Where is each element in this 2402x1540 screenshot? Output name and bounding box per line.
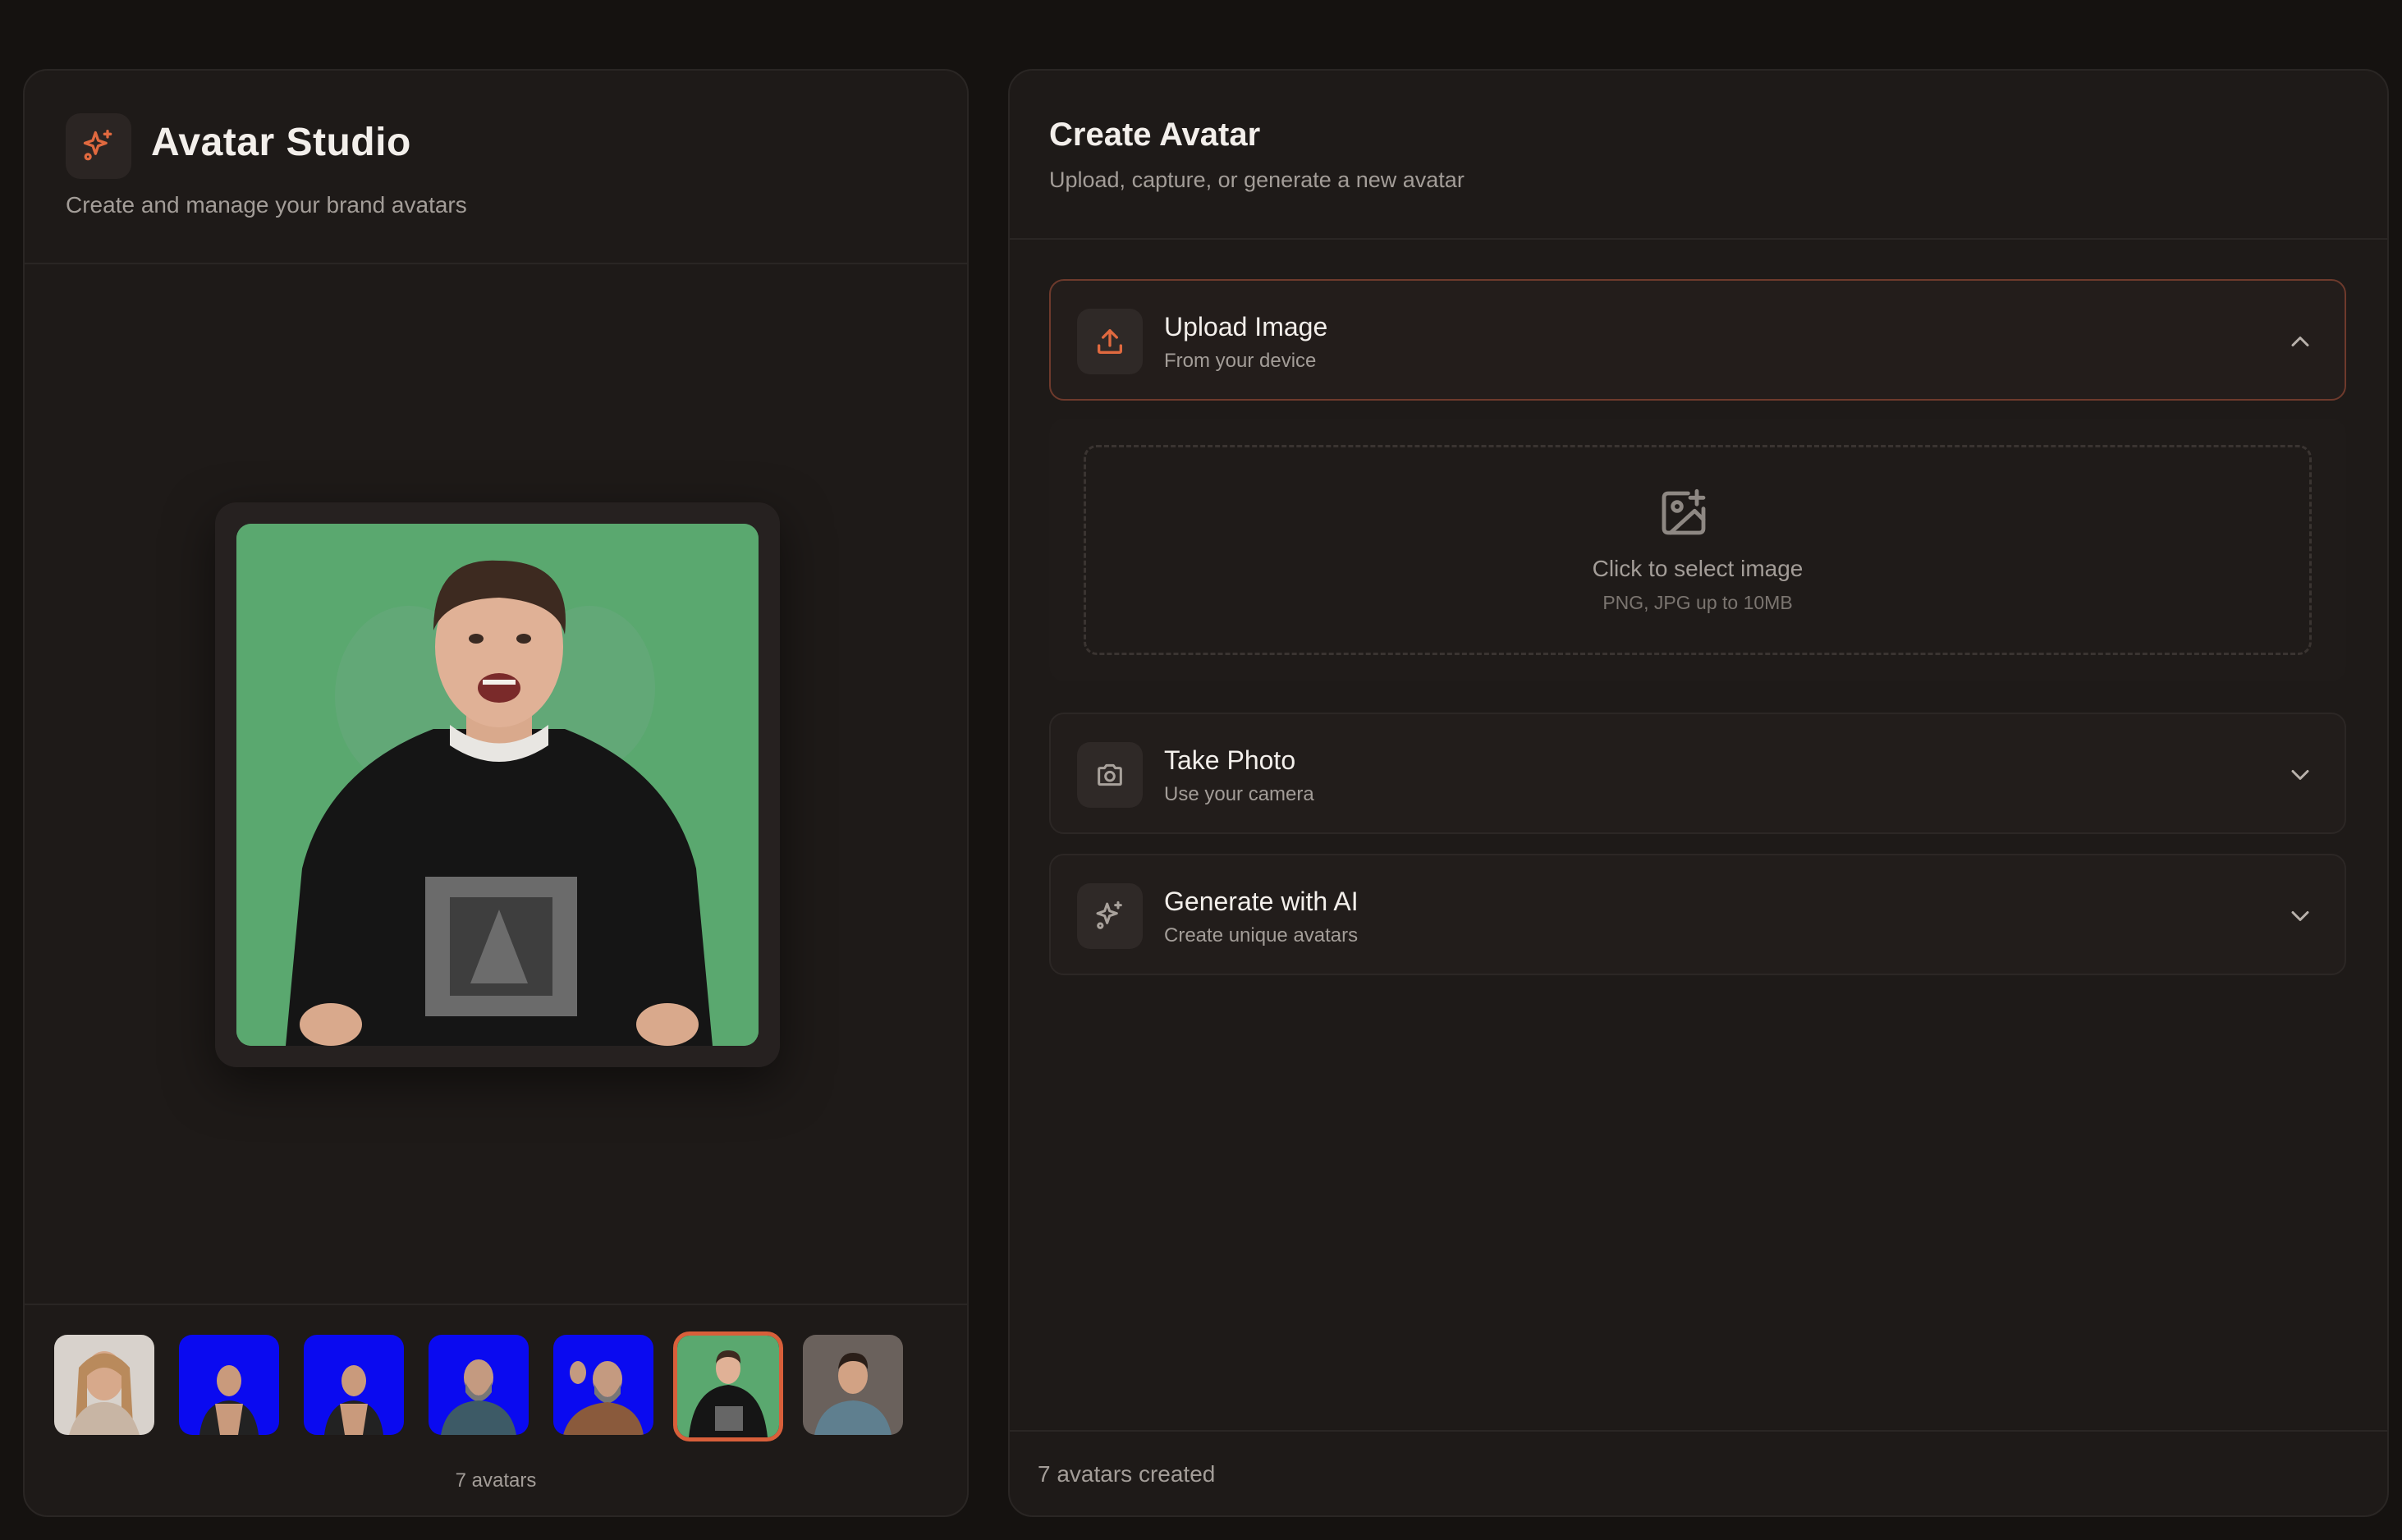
avatar-thumbnail-selected[interactable] <box>673 1331 783 1441</box>
upload-icon <box>1077 309 1143 374</box>
avatar-thumbnail[interactable] <box>803 1335 903 1435</box>
chevron-down-icon <box>2291 911 2309 921</box>
upload-hint: PNG, JPG up to 10MB <box>1602 592 1793 613</box>
camera-icon <box>1077 742 1143 808</box>
section-title: Generate with AI <box>1164 887 1359 916</box>
upload-image-section[interactable]: Upload Image From your device <box>1049 279 2346 401</box>
avatar-thumbnail-strip: 7 avatars <box>25 1304 967 1515</box>
avatar-preview-frame <box>215 502 780 1067</box>
avatar-studio-panel: Avatar Studio Create and manage your bra… <box>23 69 969 1517</box>
avatar-thumbnail[interactable] <box>179 1335 279 1435</box>
generate-ai-section[interactable]: Generate with AI Create unique avatars <box>1049 854 2346 975</box>
create-subtitle: Upload, capture, or generate a new avata… <box>1049 167 1465 192</box>
take-photo-section[interactable]: Take Photo Use your camera <box>1049 713 2346 834</box>
sparkles-icon <box>1077 883 1143 949</box>
app-title: Avatar Studio <box>151 121 411 164</box>
section-title: Take Photo <box>1164 745 1296 775</box>
create-header: Create Avatar Upload, capture, or genera… <box>1010 71 2387 240</box>
avatar-thumbnail[interactable] <box>54 1335 154 1435</box>
chevron-up-icon <box>2291 337 2309 346</box>
avatars-created-count: 7 avatars created <box>1038 1461 1216 1487</box>
avatar-count: 7 avatars <box>455 1469 537 1492</box>
avatar-thumbnail[interactable] <box>429 1335 529 1435</box>
section-subtitle: Use your camera <box>1164 783 1314 805</box>
image-dropzone[interactable]: Click to select image PNG, JPG up to 10M… <box>1084 445 2312 655</box>
image-plus-icon <box>1662 488 1706 535</box>
avatar-thumbnail[interactable] <box>553 1335 653 1435</box>
upload-prompt: Click to select image <box>1592 556 1804 581</box>
studio-header: Avatar Studio Create and manage your bra… <box>25 71 967 264</box>
create-footer: 7 avatars created <box>1010 1430 2387 1515</box>
sparkles-icon <box>66 113 131 179</box>
section-subtitle: Create unique avatars <box>1164 924 1359 946</box>
create-title: Create Avatar <box>1049 117 1261 153</box>
section-subtitle: From your device <box>1164 350 1317 372</box>
create-avatar-panel: Create Avatar Upload, capture, or genera… <box>1008 69 2389 1517</box>
avatar-thumbnail[interactable] <box>304 1335 404 1435</box>
chevron-down-icon <box>2291 770 2309 780</box>
avatar-preview-image <box>236 524 759 1046</box>
app-subtitle: Create and manage your brand avatars <box>66 192 467 218</box>
upload-content: Click to select image PNG, JPG up to 10M… <box>1049 419 2346 681</box>
section-title: Upload Image <box>1164 312 1328 341</box>
